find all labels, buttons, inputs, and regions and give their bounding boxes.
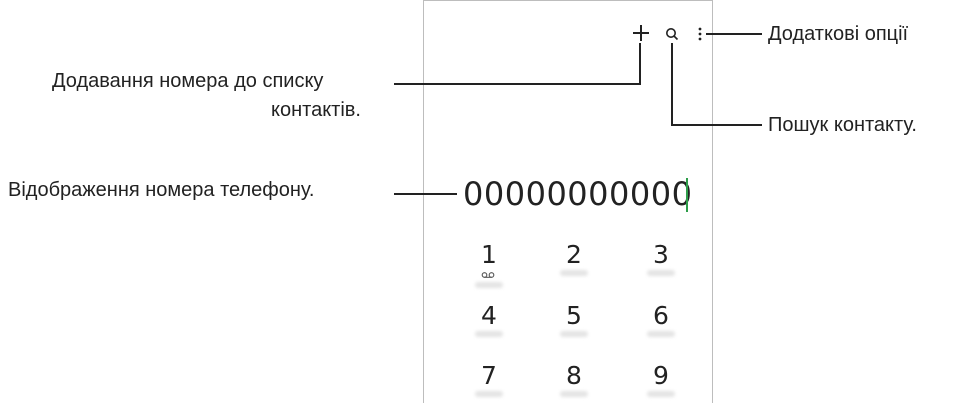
callout-line-add-contact-horizontal: [394, 83, 641, 85]
key-shadow: [560, 391, 588, 397]
callout-search-contact: Пошук контакту.: [768, 114, 917, 136]
callout-line-more-options: [706, 33, 762, 35]
dial-key-9[interactable]: 9: [631, 361, 691, 391]
dial-key-7[interactable]: 7: [459, 361, 519, 391]
key-shadow: [560, 331, 588, 337]
callout-line-phone-display: [394, 193, 457, 195]
search-icon[interactable]: [665, 27, 679, 41]
callout-phone-display: Відображення номера телефону.: [8, 179, 315, 201]
more-options-icon[interactable]: [697, 26, 703, 42]
key-shadow: [475, 391, 503, 397]
dial-key-4[interactable]: 4: [459, 301, 519, 331]
callout-line-search-horizontal: [671, 124, 762, 126]
plus-icon[interactable]: [632, 24, 650, 42]
dial-key-1[interactable]: 1: [459, 240, 519, 270]
phone-number-display[interactable]: 00000000000: [463, 172, 692, 216]
key-shadow: [647, 331, 675, 337]
callout-line-add-contact-vertical: [639, 43, 641, 85]
key-shadow: [647, 270, 675, 276]
callout-line-search-vertical: [671, 43, 673, 126]
dial-key-3[interactable]: 3: [631, 240, 691, 270]
dial-key-5[interactable]: 5: [544, 301, 604, 331]
dial-key-2[interactable]: 2: [544, 240, 604, 270]
dial-key-8[interactable]: 8: [544, 361, 604, 391]
key-shadow: [475, 331, 503, 337]
voicemail-icon: [481, 272, 495, 278]
callout-add-contact: Додавання номера до списку: [52, 70, 324, 92]
dial-key-6[interactable]: 6: [631, 301, 691, 331]
key-shadow: [560, 270, 588, 276]
key-shadow: [475, 282, 503, 288]
text-cursor: [686, 178, 688, 212]
key-shadow: [647, 391, 675, 397]
callout-more-options: Додаткові опції: [768, 23, 909, 45]
callout-add-contact-line2: контактів.: [271, 99, 361, 121]
